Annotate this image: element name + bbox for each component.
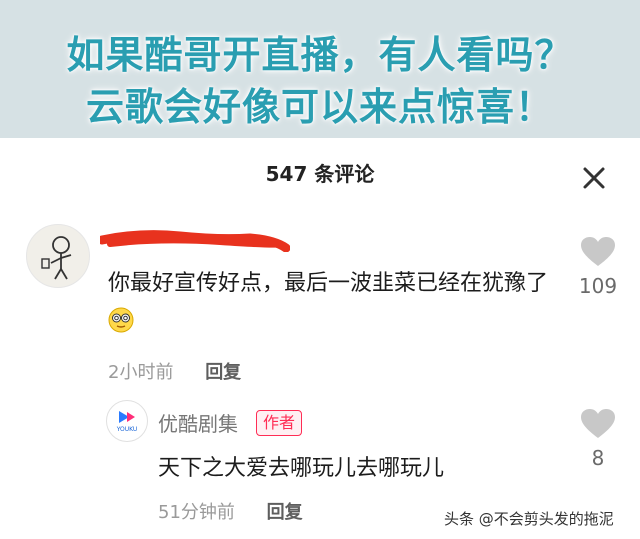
reply-meta: 51分钟前 回复 <box>158 498 303 524</box>
stick-figure-avatar-icon <box>41 236 72 280</box>
dizzy-face-emoji-icon <box>108 307 134 333</box>
like-count: 109 <box>578 274 618 298</box>
watermark: 头条 @不会剪头发的拖泥 <box>444 510 614 528</box>
youku-logo-text: YOUKU <box>116 426 138 433</box>
author-badge: 作者 <box>256 410 303 436</box>
heart-icon <box>581 409 615 438</box>
comment-meta: 2小时前 回复 <box>108 358 241 384</box>
banner-line-2: 云歌会好像可以来点惊喜！ <box>85 85 554 129</box>
comments-title: 547 条评论 <box>265 162 375 186</box>
reply-button[interactable]: 回复 <box>205 362 241 383</box>
banner: 如果酷哥开直播，有人看吗？ 云歌会好像可以来点惊喜！ <box>0 0 640 138</box>
youku-logo-icon: YOUKU <box>116 411 138 433</box>
reply-reply-button[interactable]: 回复 <box>267 502 303 523</box>
close-icon <box>583 167 605 189</box>
like-button[interactable] <box>580 236 616 272</box>
comment-text: 你最好宣传好点，最后一波韭菜已经在犹豫了 <box>108 266 558 338</box>
comment-time: 2小时前 <box>108 362 174 383</box>
close-button[interactable] <box>578 162 610 194</box>
author-avatar[interactable]: YOUKU <box>106 400 148 442</box>
heart-icon <box>581 237 615 266</box>
reply-text: 天下之大爱去哪玩儿去哪玩儿 <box>158 456 445 481</box>
reply-like-button[interactable] <box>580 408 616 444</box>
reply-time: 51分钟前 <box>158 502 235 523</box>
comments-sheet: 547 条评论 你最好宣传好点，最后一波韭菜已经在犹豫了 2小时前 回复 109… <box>0 138 640 539</box>
author-name[interactable]: 优酷剧集 <box>158 408 238 437</box>
comment-text-content: 你最好宣传好点，最后一波韭菜已经在犹豫了 <box>108 271 549 296</box>
redacted-username <box>100 230 290 252</box>
avatar[interactable] <box>26 224 90 288</box>
banner-line-1: 如果酷哥开直播，有人看吗？ <box>66 33 574 77</box>
reply-like-count: 8 <box>591 446 605 470</box>
